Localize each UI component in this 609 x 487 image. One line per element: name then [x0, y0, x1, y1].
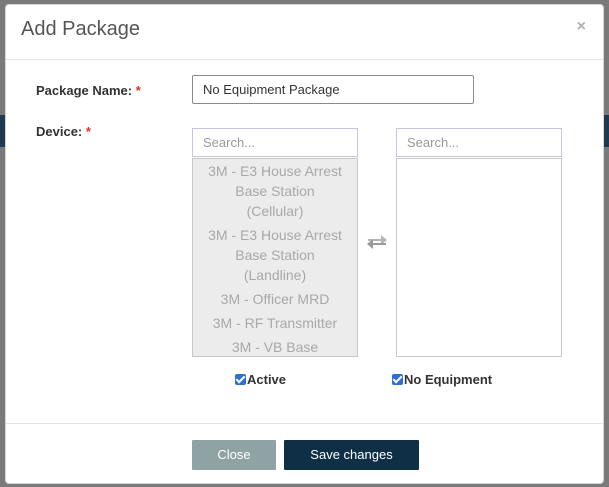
list-item[interactable]: 3M - Officer MRD	[193, 287, 357, 311]
required-mark: *	[85, 124, 91, 139]
close-button[interactable]: Close	[192, 440, 276, 470]
no-equipment-checkbox[interactable]	[392, 374, 403, 385]
required-mark: *	[135, 83, 141, 98]
active-checkbox-label: Active	[247, 372, 287, 387]
save-changes-button[interactable]: Save changes	[284, 440, 419, 470]
background-header-strip-right	[604, 115, 609, 147]
available-devices-list[interactable]: 3M - E3 House Arrest Base Station (Cellu…	[192, 158, 358, 357]
package-name-label-text: Package Name:	[36, 83, 133, 98]
list-item[interactable]: 3M - RF Transmitter	[193, 311, 357, 335]
active-checkbox-row[interactable]: Active	[235, 372, 286, 387]
package-name-input[interactable]: No Equipment Package	[192, 75, 474, 104]
modal-title: Add Package	[21, 18, 140, 40]
list-item[interactable]: 3M - VB Base	[193, 335, 357, 356]
modal-header: Add Package ×	[6, 5, 603, 60]
available-search-input[interactable]: Search...	[192, 128, 358, 157]
no-equipment-checkbox-row[interactable]: No Equipment	[392, 372, 492, 387]
device-label: Device: *	[36, 124, 91, 139]
package-name-label: Package Name: *	[36, 83, 141, 98]
list-item[interactable]: 3M - E3 House Arrest Base Station (Cellu…	[193, 159, 357, 223]
selected-search-input[interactable]: Search...	[396, 128, 562, 157]
close-icon[interactable]: ×	[577, 18, 586, 36]
selected-devices-list[interactable]	[396, 158, 562, 357]
swap-arrows-icon[interactable]	[366, 233, 388, 251]
modal-footer: Close Save changes	[6, 423, 603, 483]
active-checkbox[interactable]	[235, 374, 246, 385]
list-item[interactable]: 3M - E3 House Arrest Base Station (Landl…	[193, 223, 357, 287]
no-equipment-checkbox-label: No Equipment	[404, 372, 493, 387]
device-label-text: Device:	[36, 124, 83, 139]
add-package-modal: Add Package × Package Name: * No Equipme…	[5, 4, 604, 484]
